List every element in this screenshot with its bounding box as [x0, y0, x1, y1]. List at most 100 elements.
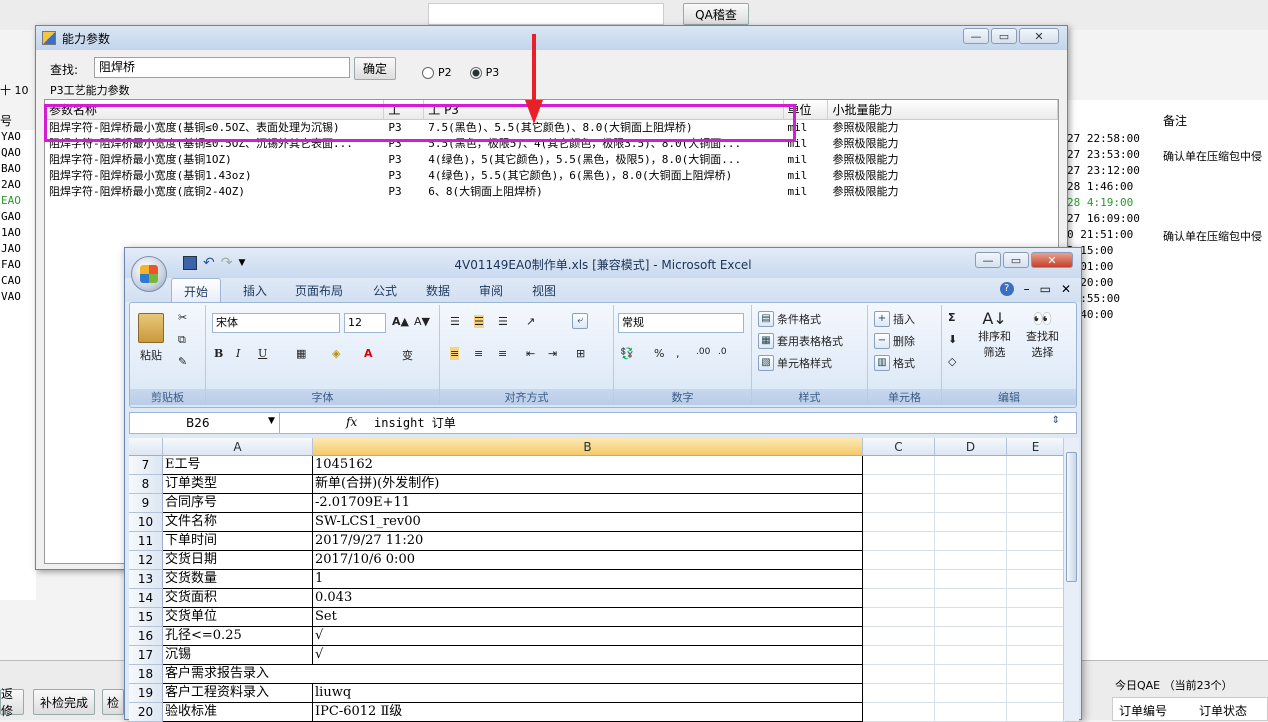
- cell-a[interactable]: 交货数量: [163, 570, 313, 589]
- empty-cell[interactable]: [935, 589, 1007, 608]
- clear-icon[interactable]: ◇: [948, 355, 956, 368]
- bold-icon[interactable]: B: [214, 347, 223, 360]
- fill-icon[interactable]: ⬇: [948, 333, 957, 346]
- cell-a[interactable]: 沉锡: [163, 646, 313, 665]
- cell-a[interactable]: 交货单位: [163, 608, 313, 627]
- ribbon-minimize-icon[interactable]: –: [1024, 282, 1030, 296]
- row-header[interactable]: 18: [129, 665, 163, 684]
- align-top-icon[interactable]: ☰: [450, 315, 460, 328]
- background-field[interactable]: [428, 3, 664, 25]
- copy-icon[interactable]: ⧉: [178, 333, 186, 347]
- phonetic-icon[interactable]: 变: [402, 347, 413, 363]
- empty-cell[interactable]: [863, 665, 935, 684]
- rework-button[interactable]: 返修: [0, 687, 24, 718]
- empty-cell[interactable]: [935, 684, 1007, 703]
- empty-cell[interactable]: [863, 646, 935, 665]
- insert-cells-button[interactable]: + 插入: [874, 311, 915, 327]
- formula-input[interactable]: insight 订单: [374, 413, 456, 433]
- cell-b[interactable]: 1: [313, 570, 863, 589]
- tab-data[interactable]: 数据: [426, 282, 450, 299]
- radio-p2[interactable]: [422, 66, 434, 79]
- conditional-format-button[interactable]: ▤ 条件格式: [758, 311, 821, 327]
- paste-button[interactable]: 粘贴: [138, 313, 164, 363]
- row-header[interactable]: 12: [129, 551, 163, 570]
- shrink-font-icon[interactable]: A▼: [414, 315, 430, 328]
- confirm-button[interactable]: 确定: [354, 57, 396, 80]
- empty-cell[interactable]: [1007, 589, 1065, 608]
- minimize-button[interactable]: —: [963, 28, 989, 44]
- cell-b[interactable]: -2.01709E+11: [313, 494, 863, 513]
- vertical-scrollbar[interactable]: [1063, 438, 1079, 721]
- empty-cell[interactable]: [935, 456, 1007, 475]
- cell-b[interactable]: SW-LCS1_rev00: [313, 513, 863, 532]
- cell-a[interactable]: 订单类型: [163, 475, 313, 494]
- empty-cell[interactable]: [863, 456, 935, 475]
- font-size-select[interactable]: 12: [344, 313, 386, 333]
- empty-cell[interactable]: [935, 703, 1007, 722]
- tab-formulas[interactable]: 公式: [373, 282, 397, 299]
- row-header[interactable]: 8: [129, 475, 163, 494]
- format-painter-icon[interactable]: ✎: [178, 355, 187, 368]
- excel-close-button[interactable]: ✕: [1031, 252, 1073, 268]
- border-icon[interactable]: ▦: [296, 347, 306, 360]
- cell-a[interactable]: 验收标准: [163, 703, 313, 722]
- scroll-thumb[interactable]: [1066, 452, 1077, 582]
- row-header[interactable]: 20: [129, 703, 163, 722]
- decrease-decimal-icon[interactable]: .0: [718, 347, 727, 357]
- col-header-b[interactable]: B: [313, 438, 863, 456]
- row-header[interactable]: 16: [129, 627, 163, 646]
- cell-a[interactable]: 下单时间: [163, 532, 313, 551]
- row-header[interactable]: 11: [129, 532, 163, 551]
- cell-b[interactable]: 2017/10/6 0:00: [313, 551, 863, 570]
- empty-cell[interactable]: [863, 627, 935, 646]
- empty-cell[interactable]: [935, 570, 1007, 589]
- format-as-table-button[interactable]: ▦ 套用表格格式: [758, 333, 843, 349]
- ribbon-restore-icon[interactable]: ▭: [1040, 282, 1051, 296]
- empty-cell[interactable]: [1007, 646, 1065, 665]
- empty-cell[interactable]: [935, 532, 1007, 551]
- increase-decimal-icon[interactable]: .00: [696, 347, 710, 357]
- row-header[interactable]: 19: [129, 684, 163, 703]
- tab-review[interactable]: 审阅: [479, 282, 503, 299]
- empty-cell[interactable]: [935, 646, 1007, 665]
- row-header[interactable]: 17: [129, 646, 163, 665]
- excel-maximize-button[interactable]: ▭: [1003, 252, 1029, 268]
- formula-expand-icon[interactable]: ⇕: [1052, 415, 1060, 426]
- empty-cell[interactable]: [1007, 684, 1065, 703]
- empty-cell[interactable]: [863, 551, 935, 570]
- cell-b[interactable]: [313, 665, 863, 684]
- currency-icon[interactable]: 💱: [620, 347, 634, 360]
- increase-indent-icon[interactable]: ⇥: [548, 347, 557, 360]
- empty-cell[interactable]: [863, 570, 935, 589]
- cut-icon[interactable]: ✂: [178, 311, 187, 324]
- empty-cell[interactable]: [863, 684, 935, 703]
- empty-cell[interactable]: [1007, 475, 1065, 494]
- cell-a[interactable]: 客户工程资料录入: [163, 684, 313, 703]
- excel-minimize-button[interactable]: —: [975, 252, 1001, 268]
- tab-insert[interactable]: 插入: [243, 282, 267, 299]
- underline-icon[interactable]: U: [258, 347, 267, 360]
- cell-b[interactable]: 2017/9/27 11:20: [313, 532, 863, 551]
- cell-a[interactable]: 交货日期: [163, 551, 313, 570]
- cell-a[interactable]: E工号: [163, 456, 313, 475]
- empty-cell[interactable]: [1007, 627, 1065, 646]
- percent-icon[interactable]: %: [654, 347, 664, 360]
- row-header[interactable]: 14: [129, 589, 163, 608]
- merge-center-icon[interactable]: ⊞: [576, 347, 585, 360]
- format-cells-button[interactable]: ▥ 格式: [874, 355, 915, 371]
- name-box[interactable]: B26: [130, 413, 280, 433]
- empty-cell[interactable]: [935, 627, 1007, 646]
- align-middle-icon[interactable]: ☰: [474, 315, 484, 328]
- cell-b[interactable]: liuwq: [313, 684, 863, 703]
- align-right-icon[interactable]: ≡: [498, 347, 507, 360]
- grow-font-icon[interactable]: A▲: [392, 315, 409, 328]
- cell-a[interactable]: 合同序号: [163, 494, 313, 513]
- table-row[interactable]: 阻焊字符-阻焊桥最小宽度(基铜1.43oz) P3 4(绿色)，5.5(其它颜色)，…: [45, 168, 1058, 184]
- empty-cell[interactable]: [935, 494, 1007, 513]
- cell-styles-button[interactable]: ▧ 单元格样式: [758, 355, 832, 371]
- decrease-indent-icon[interactable]: ⇤: [526, 347, 535, 360]
- cell-b[interactable]: 1045162: [313, 456, 863, 475]
- align-bottom-icon[interactable]: ☰: [498, 315, 508, 328]
- cell-b[interactable]: √: [313, 646, 863, 665]
- empty-cell[interactable]: [863, 494, 935, 513]
